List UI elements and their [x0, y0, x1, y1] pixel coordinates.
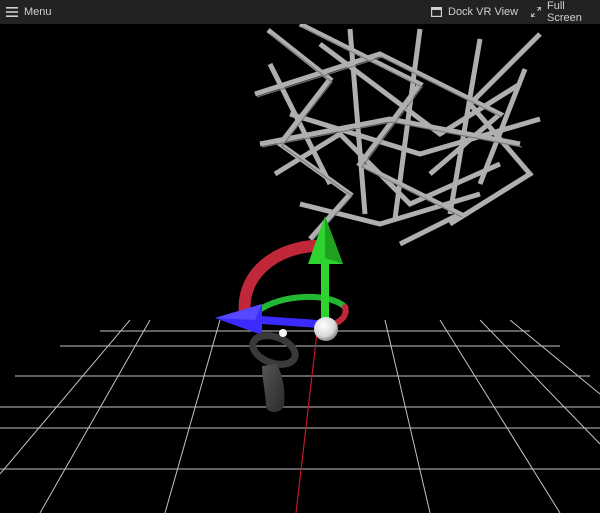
vr-editor-window: Menu Dock VR View Full Screen: [0, 0, 600, 513]
vr-controller-model[interactable]: [249, 329, 299, 413]
floor-grid: [0, 319, 600, 513]
full-screen-button[interactable]: Full Screen: [531, 0, 600, 24]
full-screen-label: Full Screen: [547, 0, 582, 24]
expand-arrows-icon: [531, 7, 541, 17]
grid-center-line: [295, 323, 319, 513]
vr-3d-viewport[interactable]: [0, 24, 600, 513]
wire-sculpture-model[interactable]: [254, 24, 542, 247]
menu-label: Menu: [24, 6, 52, 18]
dock-vr-view-button[interactable]: Dock VR View: [431, 0, 518, 24]
rotation-ring-green[interactable]: [255, 294, 348, 314]
gizmo-center-sphere[interactable]: [314, 317, 338, 341]
dock-vr-view-label: Dock VR View: [448, 6, 519, 18]
top-toolbar: Menu Dock VR View Full Screen: [0, 0, 600, 24]
hamburger-menu-icon: [6, 7, 18, 17]
menu-button[interactable]: Menu: [6, 0, 52, 24]
x-axis-arrow[interactable]: [215, 304, 326, 335]
dock-window-icon: [431, 7, 442, 17]
